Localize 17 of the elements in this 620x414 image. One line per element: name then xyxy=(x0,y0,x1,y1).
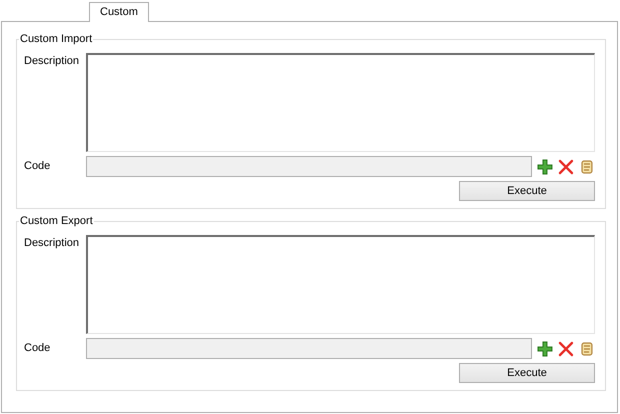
delete-icon[interactable] xyxy=(558,340,574,356)
field-label: Code xyxy=(24,341,52,356)
group-title: Custom Export xyxy=(19,214,94,228)
field-label: Description xyxy=(24,54,80,69)
execute-button[interactable]: Execute xyxy=(459,363,595,383)
add-icon[interactable] xyxy=(537,340,554,356)
field-label: Code xyxy=(24,159,52,174)
add-icon[interactable] xyxy=(537,158,554,174)
scroll-icon[interactable] xyxy=(579,158,596,174)
group-title: Custom Import xyxy=(19,32,94,46)
delete-icon[interactable] xyxy=(558,158,574,174)
tab[interactable]: Custom xyxy=(89,2,149,22)
description-field[interactable] xyxy=(86,53,595,152)
scroll-icon[interactable] xyxy=(579,340,596,356)
execute-button[interactable]: Execute xyxy=(459,181,595,201)
description-field[interactable] xyxy=(86,235,595,334)
field-label: Description xyxy=(24,236,80,251)
